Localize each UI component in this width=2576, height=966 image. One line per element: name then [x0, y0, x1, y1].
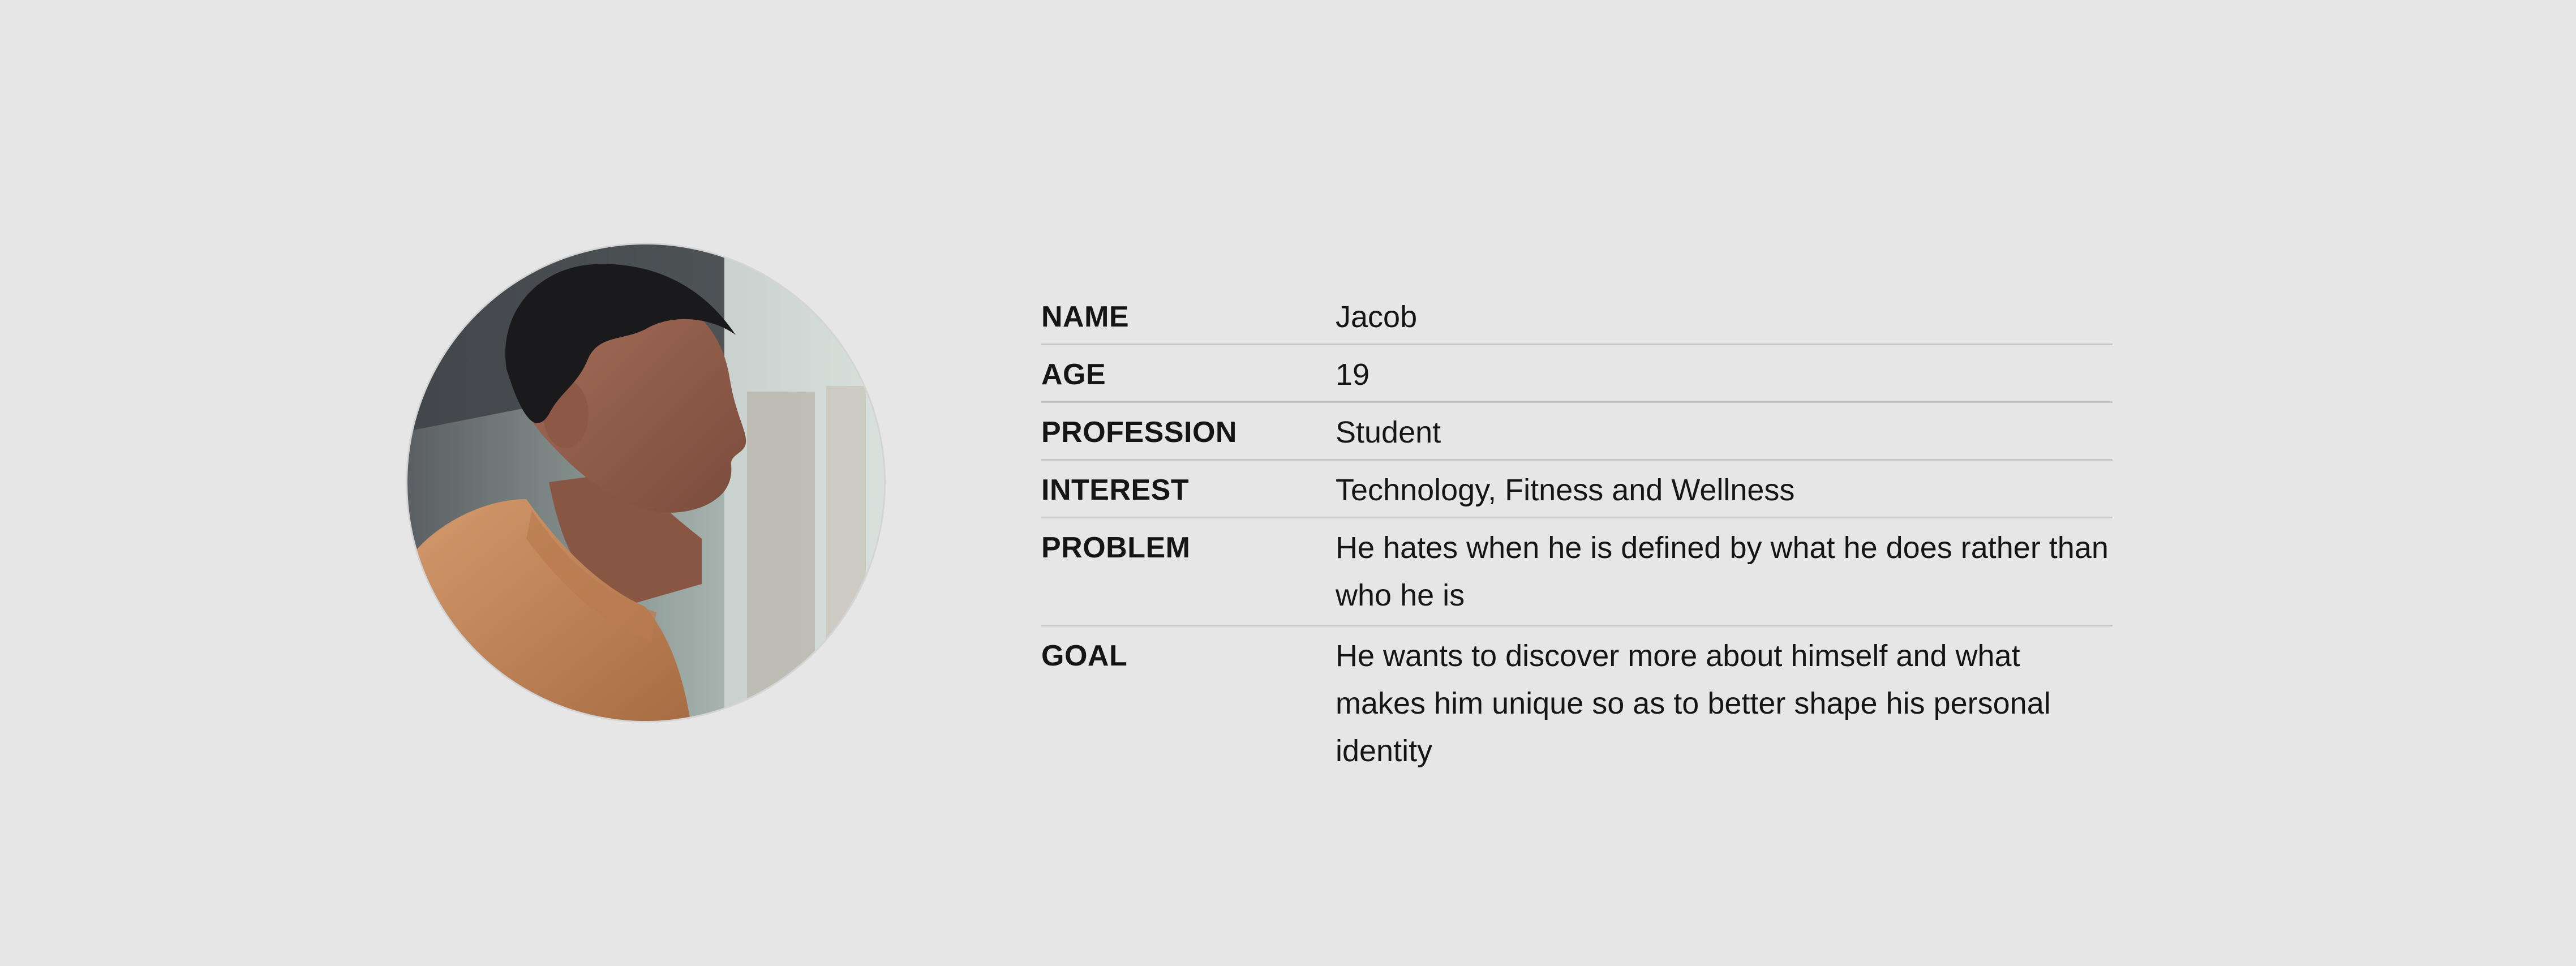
row-problem: PROBLEM He hates when he is defined by w… — [1041, 518, 2113, 626]
person-portrait-icon — [407, 244, 884, 721]
persona-avatar — [407, 244, 884, 721]
persona-card: NAME Jacob AGE 19 PROFESSION Student INT… — [0, 0, 2576, 966]
name-label: NAME — [1041, 300, 1130, 333]
profession-value: Student — [1336, 415, 1441, 449]
age-label: AGE — [1041, 358, 1106, 391]
problem-label: PROBLEM — [1041, 531, 1191, 564]
goal-label: GOAL — [1041, 639, 1128, 672]
profession-label: PROFESSION — [1041, 416, 1237, 449]
persona-details-table: NAME Jacob AGE 19 PROFESSION Student INT… — [1041, 287, 2113, 768]
problem-value: He hates when he is defined by what he d… — [1336, 531, 2109, 612]
row-goal: GOAL He wants to discover more about him… — [1041, 626, 2113, 768]
age-value: 19 — [1336, 358, 1370, 392]
goal-value: He wants to discover more about himself … — [1336, 639, 2051, 768]
row-interest: INTEREST Technology, Fitness and Wellnes… — [1041, 461, 2113, 518]
row-profession: PROFESSION Student — [1041, 403, 2113, 461]
interest-value: Technology, Fitness and Wellness — [1336, 473, 1795, 507]
row-age: AGE 19 — [1041, 345, 2113, 403]
name-value: Jacob — [1336, 300, 1418, 334]
interest-label: INTEREST — [1041, 474, 1190, 506]
row-name: NAME Jacob — [1041, 287, 2113, 345]
